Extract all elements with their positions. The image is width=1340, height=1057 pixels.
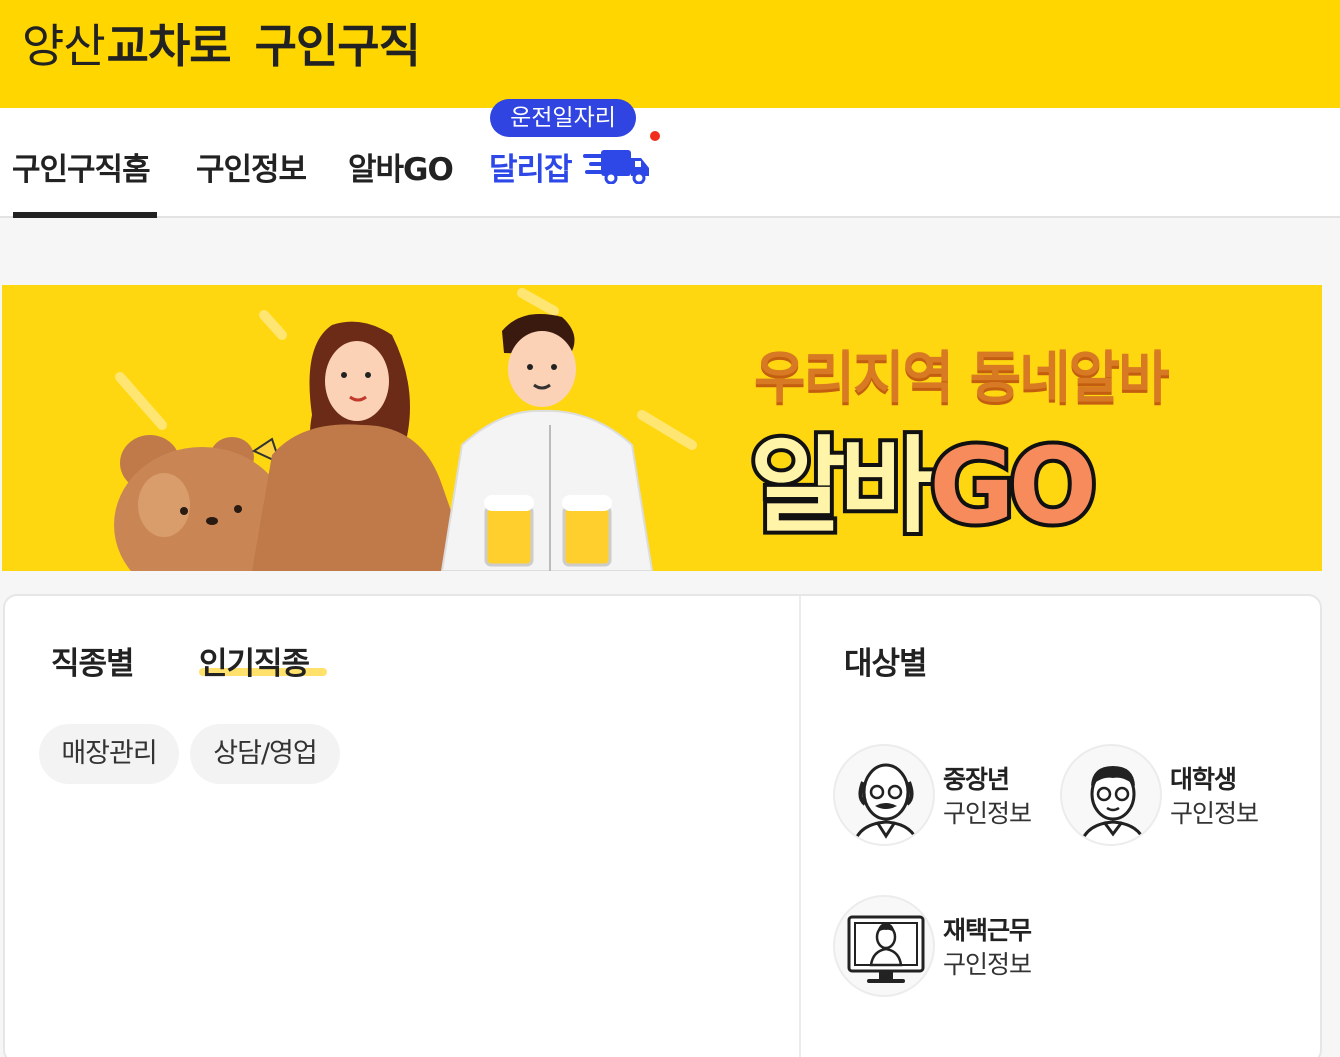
target-remote-work[interactable]: 재택근무 구인정보 <box>833 895 1043 999</box>
category-panel: 직종별 인기직종 매장관리 상담/영업 대상별 중장년 구인정보 대학생 구인정… <box>3 594 1322 1057</box>
student-avatar-icon <box>1060 744 1162 846</box>
target-college-student[interactable]: 대학생 구인정보 <box>1060 744 1270 848</box>
truck-icon <box>583 150 649 184</box>
panel-divider <box>799 596 801 1057</box>
banner-title: 알바GO <box>746 401 1101 552</box>
albago-banner[interactable]: 우리지역 동네알바 알바GO <box>2 285 1322 571</box>
target-name: 재택근무 <box>943 916 1032 945</box>
tab-popular-jobs[interactable]: 인기직종 <box>199 638 310 683</box>
banner-title-go: GO <box>925 421 1101 551</box>
banner-illustration <box>114 288 697 571</box>
remote-work-avatar-icon <box>833 895 935 997</box>
logo-region: 양산 <box>22 19 106 73</box>
target-name: 중장년 <box>943 765 1010 794</box>
new-notification-dot <box>650 131 660 141</box>
main-nav: 구인구직홈 구인정보 알바GO 달리잡 운전일자리 <box>0 99 1340 218</box>
active-tab-indicator <box>13 212 157 218</box>
tab-job-info[interactable]: 구인정보 <box>196 144 307 189</box>
logo-section: 구인구직 <box>254 19 421 73</box>
chip-store-management[interactable]: 매장관리 <box>39 724 179 784</box>
site-header: 양산교차로 구인구직 <box>0 0 1340 108</box>
driving-jobs-badge: 운전일자리 <box>490 99 636 137</box>
chip-consulting-sales[interactable]: 상담/영업 <box>190 724 340 784</box>
senior-avatar-icon <box>833 744 935 846</box>
logo-brand: 교차로 <box>106 19 232 73</box>
target-sub: 구인정보 <box>1170 799 1259 828</box>
tab-by-job-type[interactable]: 직종별 <box>51 638 135 683</box>
site-logo[interactable]: 양산교차로 구인구직 <box>22 14 421 78</box>
tab-jobs-home[interactable]: 구인구직홈 <box>12 144 151 189</box>
tab-dallijob[interactable]: 달리잡 <box>489 144 573 189</box>
by-target-title: 대상별 <box>844 646 928 682</box>
tab-albago[interactable]: 알바GO <box>348 144 454 189</box>
target-senior[interactable]: 중장년 구인정보 <box>833 744 1043 848</box>
banner-title-korean: 알바 <box>746 421 939 551</box>
target-name: 대학생 <box>1170 765 1237 794</box>
target-sub: 구인정보 <box>943 799 1032 828</box>
target-sub: 구인정보 <box>943 950 1032 979</box>
